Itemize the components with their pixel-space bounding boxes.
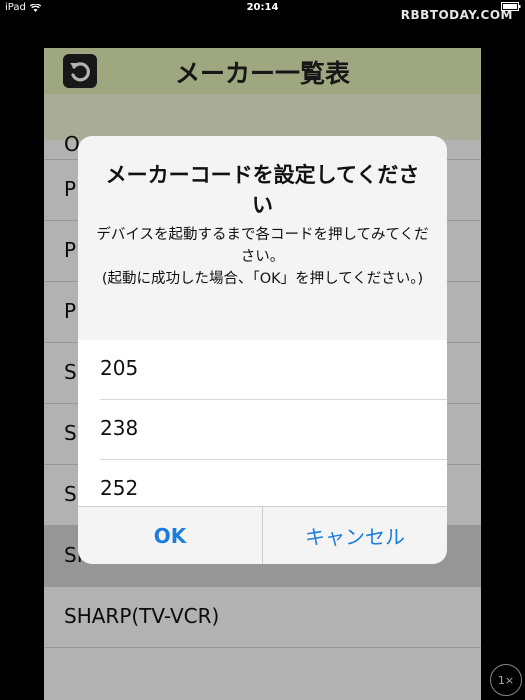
cancel-button[interactable]: キャンセル [263, 507, 447, 564]
alert-button-bar: OK キャンセル [78, 506, 447, 564]
ok-button[interactable]: OK [78, 507, 263, 564]
alert-message: デバイスを起動するまで各コードを押してみてください。 (起動に成功した場合、「O… [96, 224, 429, 290]
alert-title: メーカーコードを設定してください [105, 163, 420, 217]
code-item[interactable]: 205 [78, 340, 447, 400]
code-item-label: 238 [100, 416, 139, 440]
alert-message-text: デバイスを起動するまで各コードを押してみてください。 (起動に成功した場合、「O… [96, 227, 429, 287]
code-item-label: 252 [100, 476, 139, 500]
code-item-label: 205 [100, 356, 139, 380]
maker-code-alert: メーカーコードを設定してください デバイスを起動するまで各コードを押してみてくだ… [78, 136, 447, 564]
zoom-button[interactable]: 1× [490, 664, 522, 696]
code-item[interactable]: 252 [78, 460, 447, 506]
code-list: 205 238 252 [78, 340, 447, 506]
code-item[interactable]: 238 [78, 400, 447, 460]
watermark: RBBTODAY.COM [400, 8, 513, 22]
